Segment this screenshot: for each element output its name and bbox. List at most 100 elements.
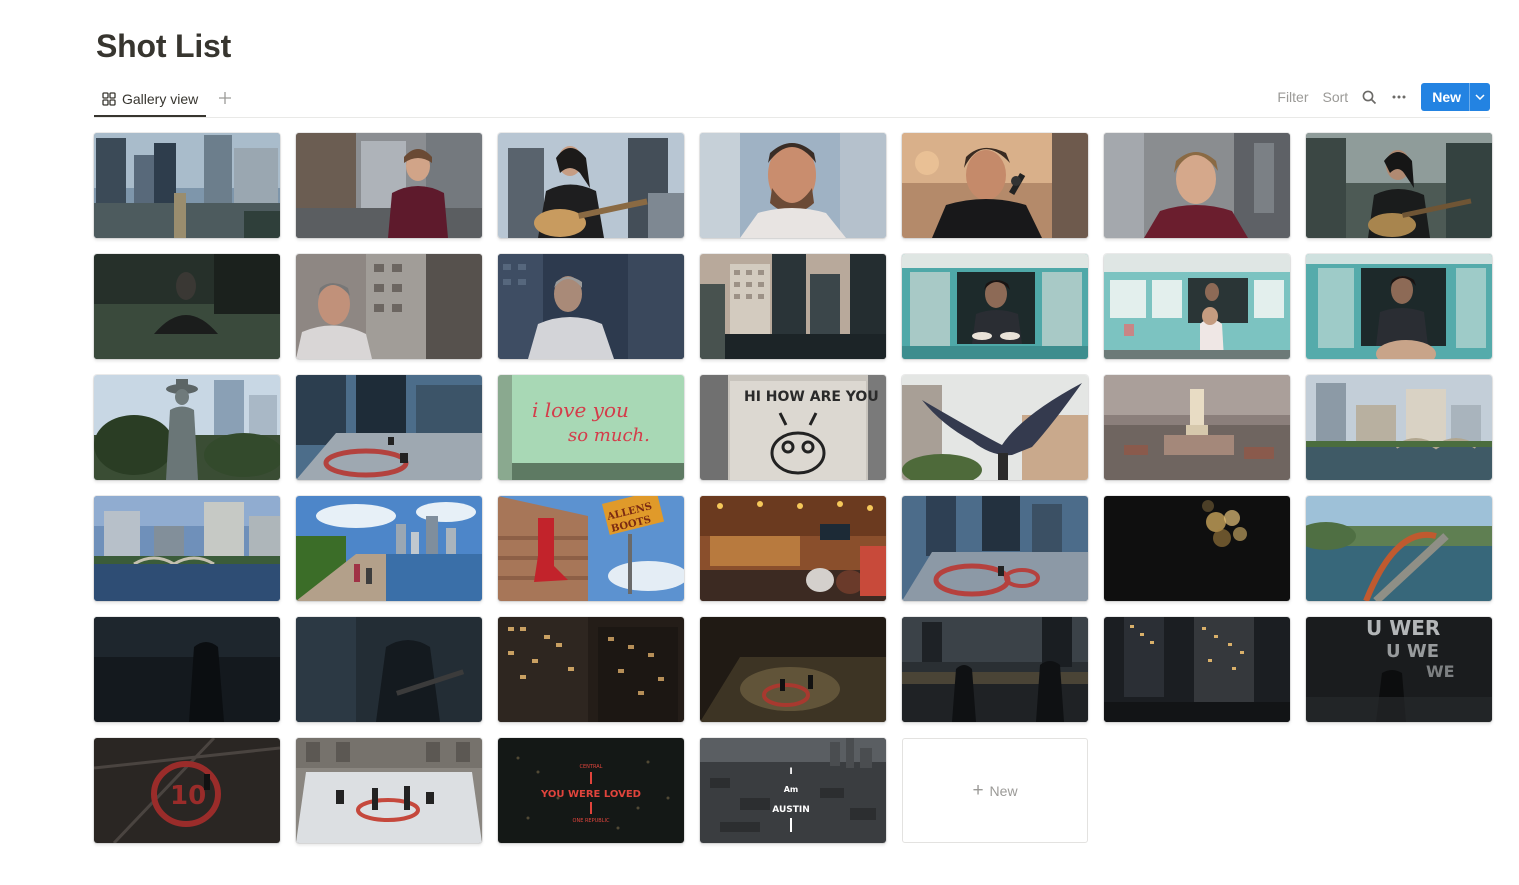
card-cover-image	[1104, 133, 1290, 238]
wall-text: HI HOW ARE YOU	[744, 389, 879, 405]
gallery-card[interactable]	[1306, 375, 1492, 480]
gallery-card[interactable]: i love you so much.	[498, 375, 684, 480]
video-title: YOU WERE LOVED	[540, 789, 641, 800]
wall-text-line-2: so much.	[568, 425, 650, 446]
add-view-button[interactable]	[215, 88, 235, 108]
card-cover-image	[94, 617, 280, 722]
card-cover-image	[700, 496, 886, 601]
title-i: I	[789, 767, 792, 777]
gallery-card[interactable]: CENTRAL YOU WERE LOVED ONE REPUBLIC	[498, 738, 684, 843]
gallery-card[interactable]	[1104, 375, 1290, 480]
title-am: Am	[784, 785, 799, 794]
new-button[interactable]: New	[1421, 83, 1490, 111]
search-icon	[1362, 90, 1377, 104]
gallery-card[interactable]	[700, 496, 886, 601]
ellipsis-icon	[1392, 95, 1406, 99]
add-card-button[interactable]: + New	[902, 738, 1088, 843]
card-cover-image	[1306, 496, 1492, 601]
gallery-card[interactable]	[700, 617, 886, 722]
gallery-card[interactable]	[1306, 133, 1492, 238]
gallery-card[interactable]	[94, 496, 280, 601]
sort-button[interactable]: Sort	[1323, 89, 1349, 105]
gallery-icon	[102, 91, 116, 106]
gallery-card[interactable]: I Am AUSTIN	[700, 738, 886, 843]
gallery-card[interactable]	[498, 133, 684, 238]
new-button-label: New	[1432, 89, 1461, 105]
card-cover-image: 10	[94, 738, 280, 843]
card-cover-image	[296, 254, 482, 359]
gallery-card[interactable]: 10	[94, 738, 280, 843]
card-cover-image: CENTRAL YOU WERE LOVED ONE REPUBLIC	[498, 738, 684, 843]
projection-text-3: WE	[1426, 662, 1455, 681]
gallery-card[interactable]	[94, 133, 280, 238]
gallery-card[interactable]	[902, 133, 1088, 238]
gallery-card[interactable]	[296, 133, 482, 238]
card-cover-image	[296, 496, 482, 601]
gallery-card[interactable]	[700, 133, 886, 238]
gallery-card[interactable]	[700, 254, 886, 359]
gallery-card[interactable]: HI HOW ARE YOU	[700, 375, 886, 480]
gallery-card[interactable]	[94, 617, 280, 722]
gallery-card[interactable]	[94, 375, 280, 480]
card-cover-image	[902, 133, 1088, 238]
tab-label: Gallery view	[122, 90, 199, 107]
card-cover-image	[1104, 375, 1290, 480]
card-cover-image	[902, 375, 1088, 480]
card-cover-image	[700, 254, 886, 359]
gallery-card[interactable]	[498, 617, 684, 722]
gallery-card[interactable]	[296, 617, 482, 722]
circle-number: 10	[170, 781, 206, 811]
card-cover-image	[902, 254, 1088, 359]
card-cover-image: U WER U WE WE	[1306, 617, 1492, 722]
gallery-card[interactable]	[498, 254, 684, 359]
card-cover-image	[1104, 254, 1290, 359]
card-cover-image	[94, 496, 280, 601]
card-cover-image	[1306, 133, 1492, 238]
gallery-card[interactable]	[94, 254, 280, 359]
search-button[interactable]	[1362, 90, 1377, 105]
card-cover-image	[1104, 496, 1290, 601]
card-cover-image	[1306, 375, 1492, 480]
gallery-card[interactable]	[902, 496, 1088, 601]
gallery-card[interactable]: U WER U WE WE	[1306, 617, 1492, 722]
plus-icon	[219, 92, 231, 104]
card-cover-image: I Am AUSTIN	[700, 738, 886, 843]
plus-icon: +	[972, 779, 984, 801]
card-cover-image	[902, 496, 1088, 601]
gallery-card[interactable]	[296, 375, 482, 480]
gallery-card[interactable]	[296, 738, 482, 843]
tab-gallery-view[interactable]: Gallery view	[94, 82, 207, 117]
gallery-card[interactable]	[1104, 617, 1290, 722]
gallery-card[interactable]	[1104, 133, 1290, 238]
gallery-card[interactable]	[902, 617, 1088, 722]
card-cover-image	[296, 375, 482, 480]
gallery-card[interactable]	[902, 254, 1088, 359]
gallery-card[interactable]	[1104, 496, 1290, 601]
toolbar: Filter Sort New	[1263, 83, 1490, 111]
more-button[interactable]	[1391, 90, 1407, 104]
gallery-card[interactable]: ALLENS BOOTS	[498, 496, 684, 601]
card-cover-image	[902, 617, 1088, 722]
card-cover-image	[700, 133, 886, 238]
chevron-down-icon	[1475, 94, 1485, 100]
title-austin: AUSTIN	[772, 805, 810, 815]
gallery-card[interactable]	[296, 254, 482, 359]
filter-button[interactable]: Filter	[1277, 89, 1308, 105]
card-cover-image	[94, 375, 280, 480]
card-cover-image	[498, 617, 684, 722]
card-cover-image	[700, 617, 886, 722]
gallery-card[interactable]	[1104, 254, 1290, 359]
projection-text-1: U WER	[1366, 617, 1440, 640]
card-cover-image	[1104, 617, 1290, 722]
view-bar: Gallery view Filter Sort New	[94, 82, 1490, 118]
gallery-card[interactable]	[1306, 496, 1492, 601]
new-dropdown-button[interactable]	[1469, 83, 1490, 111]
card-cover-image	[296, 133, 482, 238]
gallery-card[interactable]	[1306, 254, 1492, 359]
gallery-card[interactable]	[902, 375, 1088, 480]
card-cover-image	[498, 133, 684, 238]
card-cover-image: i love you so much.	[498, 375, 684, 480]
title-small-top: CENTRAL	[580, 764, 603, 770]
projection-text-2: U WE	[1386, 641, 1439, 662]
gallery-card[interactable]	[296, 496, 482, 601]
